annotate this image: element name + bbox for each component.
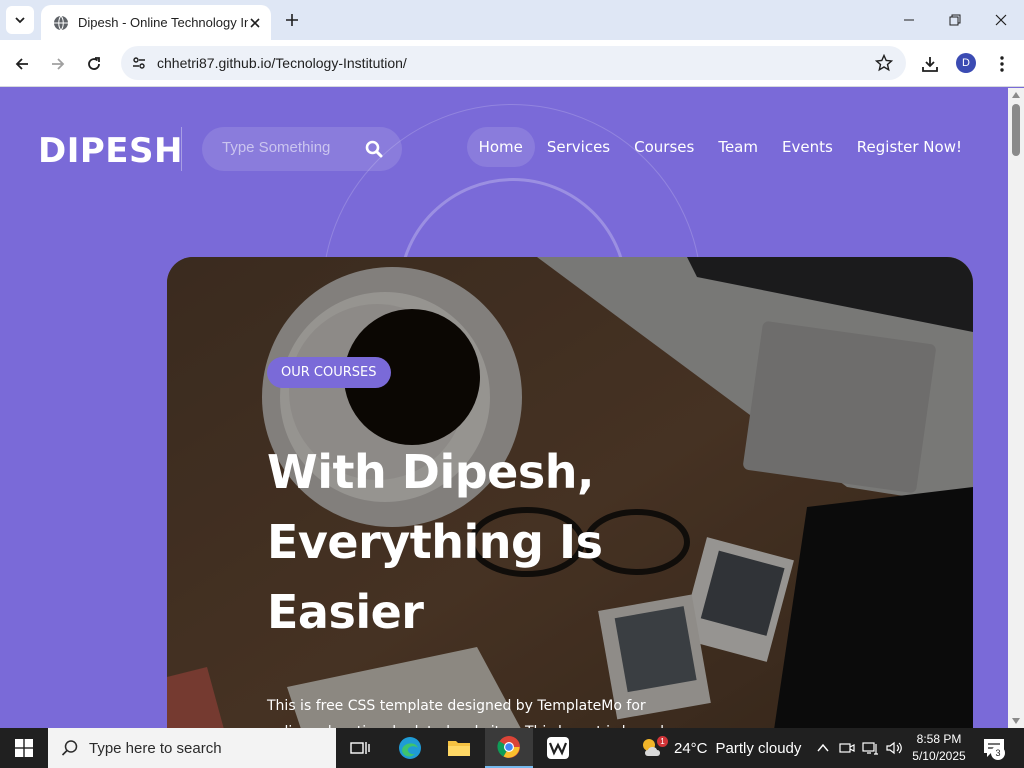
hero-title-line: With Dipesh, bbox=[267, 445, 594, 499]
windows-logo-icon bbox=[15, 739, 33, 757]
meet-now-icon[interactable] bbox=[837, 738, 857, 758]
minimize-icon bbox=[904, 19, 914, 21]
reload-icon bbox=[88, 57, 100, 70]
network-icon[interactable] bbox=[861, 738, 881, 758]
chevron-down-icon bbox=[15, 17, 25, 24]
browser-toolbar: chhetri87.github.io/Tecnology-Institutio… bbox=[0, 40, 1024, 87]
show-hidden-icons-button[interactable] bbox=[813, 738, 833, 758]
page-viewport: DIPESH Home Services Courses Team Events… bbox=[0, 88, 1008, 728]
tab-search-button[interactable] bbox=[6, 6, 34, 34]
arrow-right-icon bbox=[52, 58, 65, 70]
taskbar-search-placeholder: Type here to search bbox=[89, 739, 222, 757]
hero-description: This is free CSS template designed by Te… bbox=[267, 698, 664, 728]
chevron-up-icon bbox=[817, 743, 829, 752]
bookmark-star-icon[interactable] bbox=[874, 53, 894, 73]
minimize-button[interactable] bbox=[893, 6, 925, 34]
edge-icon bbox=[399, 737, 421, 759]
profile-avatar[interactable]: D bbox=[956, 53, 976, 73]
taskbar-clock[interactable]: 8:58 PM 5/10/2025 bbox=[906, 731, 972, 765]
hero-title: With Dipesh, Everything Is Easier bbox=[267, 437, 687, 647]
download-icon bbox=[922, 57, 938, 72]
tab-strip: Dipesh - Online Technology Institute bbox=[0, 0, 1024, 40]
search-icon[interactable] bbox=[364, 139, 384, 159]
hero-title-line: Everything Is bbox=[267, 515, 603, 569]
weather-widget[interactable]: 24°C Partly cloudy bbox=[640, 728, 801, 768]
restore-icon bbox=[949, 14, 961, 26]
site-search bbox=[202, 127, 402, 171]
address-bar[interactable]: chhetri87.github.io/Tecnology-Institutio… bbox=[121, 46, 906, 80]
close-window-button[interactable] bbox=[985, 6, 1017, 34]
wps-app[interactable] bbox=[534, 728, 582, 768]
site-info-icon[interactable] bbox=[129, 53, 149, 73]
app-w-icon bbox=[547, 737, 569, 759]
header-divider bbox=[181, 127, 182, 171]
weather-condition: Partly cloudy bbox=[715, 739, 802, 757]
task-view-icon bbox=[350, 742, 370, 754]
weather-alert-badge: 1 bbox=[657, 736, 668, 747]
reload-button[interactable] bbox=[80, 50, 108, 78]
search-icon bbox=[61, 740, 78, 756]
maximize-button[interactable] bbox=[939, 6, 971, 34]
weather-temperature: 24°C bbox=[674, 739, 708, 757]
search-input[interactable] bbox=[222, 139, 352, 156]
new-tab-button[interactable] bbox=[281, 9, 303, 31]
url-text: chhetri87.github.io/Tecnology-Institutio… bbox=[157, 55, 407, 71]
clock-time: 8:58 PM bbox=[916, 732, 962, 746]
scroll-up-arrow-icon[interactable] bbox=[1012, 92, 1020, 98]
windows-taskbar: Type here to search 24°C Partly cloudy 1… bbox=[0, 728, 1024, 768]
nav-events[interactable]: Events bbox=[770, 127, 845, 167]
edge-app[interactable] bbox=[386, 728, 434, 768]
close-tab-icon[interactable] bbox=[247, 15, 263, 31]
tab-title: Dipesh - Online Technology Institute bbox=[78, 15, 248, 30]
close-icon bbox=[995, 14, 1007, 26]
back-button[interactable] bbox=[8, 50, 36, 78]
file-explorer-app[interactable] bbox=[435, 728, 483, 768]
page-scrollbar[interactable] bbox=[1008, 88, 1024, 728]
chrome-icon bbox=[497, 736, 520, 758]
nav-register[interactable]: Register Now! bbox=[845, 127, 974, 167]
nav-services[interactable]: Services bbox=[535, 127, 622, 167]
nav-home[interactable]: Home bbox=[466, 127, 535, 167]
globe-icon bbox=[53, 15, 69, 31]
hero-banner: OUR COURSES With Dipesh, Everything Is E… bbox=[167, 257, 973, 728]
menu-button[interactable] bbox=[988, 50, 1016, 78]
clock-date: 5/10/2025 bbox=[912, 749, 966, 763]
nav-team[interactable]: Team bbox=[706, 127, 770, 167]
arrow-left-icon bbox=[15, 58, 28, 70]
hero-badge: OUR COURSES bbox=[267, 357, 391, 388]
folder-icon bbox=[448, 741, 470, 756]
chrome-app[interactable] bbox=[485, 728, 533, 768]
forward-button[interactable] bbox=[44, 50, 72, 78]
main-nav: Home Services Courses Team Events Regist… bbox=[466, 127, 974, 167]
scroll-down-arrow-icon[interactable] bbox=[1012, 718, 1020, 724]
nav-courses[interactable]: Courses bbox=[622, 127, 706, 167]
task-view-button[interactable] bbox=[336, 728, 384, 768]
notification-count-badge: 3 bbox=[991, 746, 1005, 760]
more-vertical-icon bbox=[1000, 56, 1004, 72]
scroll-thumb[interactable] bbox=[1012, 104, 1020, 156]
taskbar-search-box[interactable]: Type here to search bbox=[48, 728, 336, 768]
start-button[interactable] bbox=[0, 728, 48, 768]
active-tab[interactable]: Dipesh - Online Technology Institute bbox=[41, 5, 271, 40]
volume-icon[interactable] bbox=[884, 738, 904, 758]
site-logo[interactable]: DIPESH bbox=[38, 131, 183, 171]
downloads-button[interactable] bbox=[916, 50, 944, 78]
plus-icon bbox=[286, 14, 298, 26]
hero-title-line: Easier bbox=[267, 585, 424, 639]
